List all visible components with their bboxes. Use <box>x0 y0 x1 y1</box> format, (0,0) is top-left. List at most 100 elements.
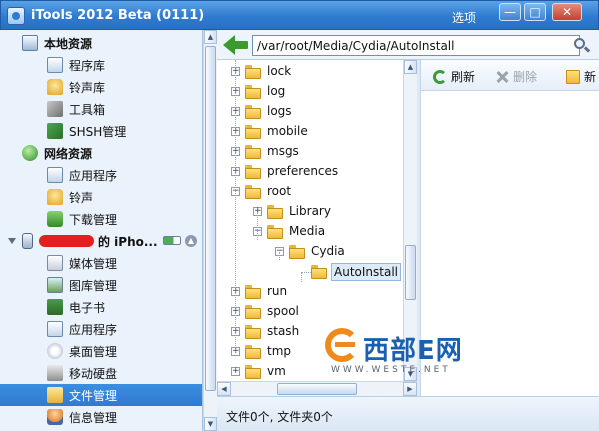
media-icon <box>47 255 63 271</box>
folder-icon <box>245 165 261 179</box>
tree-guide-line <box>301 272 302 282</box>
download-arrow-icon <box>47 211 63 227</box>
folder-body <box>245 348 261 359</box>
sidebar-item-messages[interactable]: 信息管理 <box>0 406 202 428</box>
tree-item-tmp[interactable]: tmp <box>265 343 293 361</box>
scroll-left-arrow-icon[interactable]: ◀ <box>217 382 231 396</box>
tree-item-run[interactable]: run <box>265 283 289 301</box>
refresh-button[interactable]: 刷新 <box>433 68 475 85</box>
minimize-button[interactable]: — <box>499 3 521 21</box>
maximize-button[interactable]: □ <box>524 3 546 21</box>
refresh-icon <box>433 69 447 84</box>
folder-icon <box>245 105 261 119</box>
scroll-up-arrow-icon[interactable]: ▲ <box>404 60 417 74</box>
nav-group-device[interactable]: 的 iPho... ▲ <box>0 230 202 252</box>
nav-group-network-resources[interactable]: 网络资源 <box>0 142 202 164</box>
sidebar-item-media[interactable]: 媒体管理 <box>0 252 202 274</box>
tree-item-log[interactable]: log <box>265 83 287 101</box>
close-button[interactable]: ✕ <box>552 3 582 21</box>
sidebar-item-label: 信息管理 <box>69 410 118 425</box>
tree-guide-line <box>257 212 258 240</box>
folder-body <box>245 68 261 79</box>
iphone-icon <box>22 233 33 249</box>
app-window-icon <box>47 167 63 183</box>
options-menu[interactable]: 选项 <box>452 9 476 26</box>
watermark-url: WWW.WESTE.NET <box>331 365 451 375</box>
folder-body <box>245 148 261 159</box>
tree-item-library[interactable]: Library <box>287 203 333 221</box>
desktop-icon <box>47 343 63 359</box>
user-icon <box>47 409 63 425</box>
search-icon-handle <box>583 46 591 53</box>
sidebar-item-label: 程序库 <box>69 58 106 73</box>
folder-body <box>245 368 261 379</box>
tree-item-spool[interactable]: spool <box>265 303 301 321</box>
folder-body <box>245 108 261 119</box>
back-button[interactable] <box>223 35 249 55</box>
watermark-brand: 西部E网 <box>363 336 463 366</box>
battery-icon <box>163 236 181 245</box>
collapse-triangle-icon[interactable] <box>8 238 16 244</box>
sidebar-item-label: 媒体管理 <box>69 256 118 271</box>
folder-icon <box>311 265 327 279</box>
sidebar-item-device-apps[interactable]: 应用程序 <box>0 318 202 340</box>
sidebar-item-photos[interactable]: 图库管理 <box>0 274 202 296</box>
tree-item-stash[interactable]: stash <box>265 323 301 341</box>
folder-icon <box>245 85 261 99</box>
tree-guide-line <box>279 252 280 260</box>
tools-icon <box>47 101 63 117</box>
shsh-icon <box>47 123 63 139</box>
window-title: iTools 2012 Beta (0111) <box>31 8 205 23</box>
sidebar-item-label: 工具箱 <box>69 102 106 117</box>
tree-item-root[interactable]: root <box>265 183 293 201</box>
sidebar-item-downloads[interactable]: 下载管理 <box>0 208 202 230</box>
scroll-thumb[interactable] <box>405 245 416 300</box>
search-button[interactable] <box>572 36 592 56</box>
sidebar-item-shsh[interactable]: SHSH管理 <box>0 120 202 142</box>
tree-item-mobile[interactable]: mobile <box>265 123 310 141</box>
folder-icon <box>245 305 261 319</box>
tree-item-autoinstall[interactable]: AutoInstall <box>331 263 401 281</box>
tree-guide-line <box>235 60 236 352</box>
scroll-down-arrow-icon[interactable]: ▼ <box>204 417 217 431</box>
sidebar-item-mobile-disk[interactable]: 移动硬盘 <box>0 362 202 384</box>
tree-item-vm[interactable]: vm <box>265 363 288 381</box>
tree-horizontal-scrollbar[interactable]: ◀ ▶ <box>217 381 417 396</box>
tree-item-media[interactable]: Media <box>287 223 327 241</box>
sidebar-item-ringtones[interactable]: 铃声 <box>0 186 202 208</box>
sidebar-item-ringtone-library[interactable]: 铃声库 <box>0 76 202 98</box>
folder-icon <box>245 325 261 339</box>
nav-group-local-resources[interactable]: 本地资源 <box>0 32 202 54</box>
folder-icon <box>47 387 63 403</box>
sidebar-item-applications[interactable]: 应用程序 <box>0 164 202 186</box>
tree-item-msgs[interactable]: msgs <box>265 143 301 161</box>
globe-icon <box>22 145 38 161</box>
delete-button[interactable]: 删除 <box>495 68 537 85</box>
sidebar-item-ebooks[interactable]: 电子书 <box>0 296 202 318</box>
tree-item-logs[interactable]: logs <box>265 103 294 121</box>
app-logo-icon <box>7 7 25 25</box>
sidebar-item-file-manager[interactable]: 文件管理 <box>0 384 202 406</box>
back-arrow-shaft <box>233 41 248 49</box>
scroll-thumb[interactable] <box>277 383 357 395</box>
redacted-device-name <box>39 235 94 247</box>
sidebar-item-toolbox[interactable]: 工具箱 <box>0 98 202 120</box>
expand-icon[interactable]: + <box>231 367 240 376</box>
tree-item-preferences[interactable]: preferences <box>265 163 340 181</box>
nav-group-label: 网络资源 <box>44 146 93 161</box>
sidebar: 本地资源 程序库 铃声库 工具箱 SHSH管理 网络资源 应用程序 铃声 下载管… <box>0 30 203 431</box>
sidebar-scrollbar[interactable]: ▲ ▼ <box>203 30 217 431</box>
bell-icon <box>47 189 63 205</box>
eject-icon[interactable]: ▲ <box>185 235 197 247</box>
tree-item-lock[interactable]: lock <box>265 63 293 81</box>
scroll-up-arrow-icon[interactable]: ▲ <box>204 30 217 44</box>
path-input[interactable] <box>252 35 580 56</box>
scroll-thumb[interactable] <box>205 46 216 391</box>
sidebar-item-desktop[interactable]: 桌面管理 <box>0 340 202 362</box>
new-folder-button[interactable]: 新 <box>566 68 596 85</box>
folder-body <box>245 188 261 199</box>
tree-item-cydia[interactable]: Cydia <box>309 243 347 261</box>
scroll-right-arrow-icon[interactable]: ▶ <box>403 382 417 396</box>
sidebar-item-label: 电子书 <box>69 300 106 315</box>
sidebar-item-program-library[interactable]: 程序库 <box>0 54 202 76</box>
